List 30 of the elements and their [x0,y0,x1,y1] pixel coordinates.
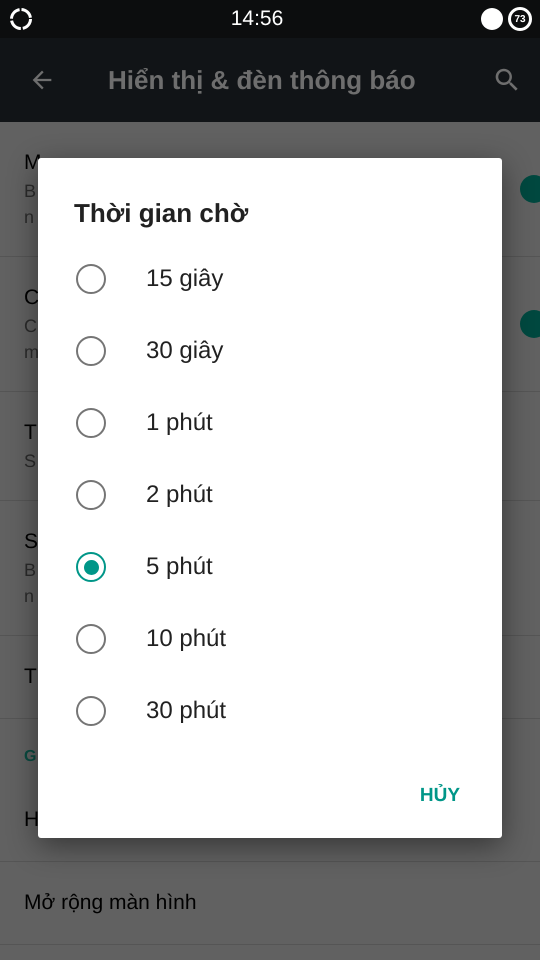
cancel-button[interactable]: HỦY [408,776,472,816]
option-label[interactable]: 2 phút [146,477,213,513]
radio-button[interactable] [76,624,106,654]
app-bar-title: Hiển thị & đèn thông báo [108,64,417,96]
radio-button[interactable] [76,336,106,366]
setting-title: T [24,664,37,690]
setting-title: T [24,420,37,446]
setting-title: C [24,285,40,311]
option-label[interactable]: 30 phút [146,693,226,729]
radio-button[interactable] [76,480,106,510]
status-dot-icon [480,7,504,31]
radio-button[interactable] [76,408,106,438]
switch-thumb[interactable] [520,310,540,338]
battery-icon: 73 [508,7,532,31]
setting-title: H [24,807,40,833]
option-label[interactable]: 10 phút [146,621,226,657]
status-time: 14:56 [230,6,284,32]
setting-title: Mở rộng màn hình [24,890,197,916]
dialog-title: Thời gian chờ [73,197,250,230]
radio-button[interactable] [76,696,106,726]
setting-title: S [24,529,38,555]
radio-button[interactable] [76,552,106,582]
section-header: G [24,747,36,767]
radio-button[interactable] [76,264,106,294]
sync-icon [8,6,34,32]
option-label[interactable]: 5 phút [146,549,213,585]
option-label[interactable]: 1 phút [146,405,213,441]
option-label[interactable]: 15 giây [146,261,224,297]
option-label[interactable]: 30 giây [146,333,224,369]
switch-thumb[interactable] [520,175,540,203]
